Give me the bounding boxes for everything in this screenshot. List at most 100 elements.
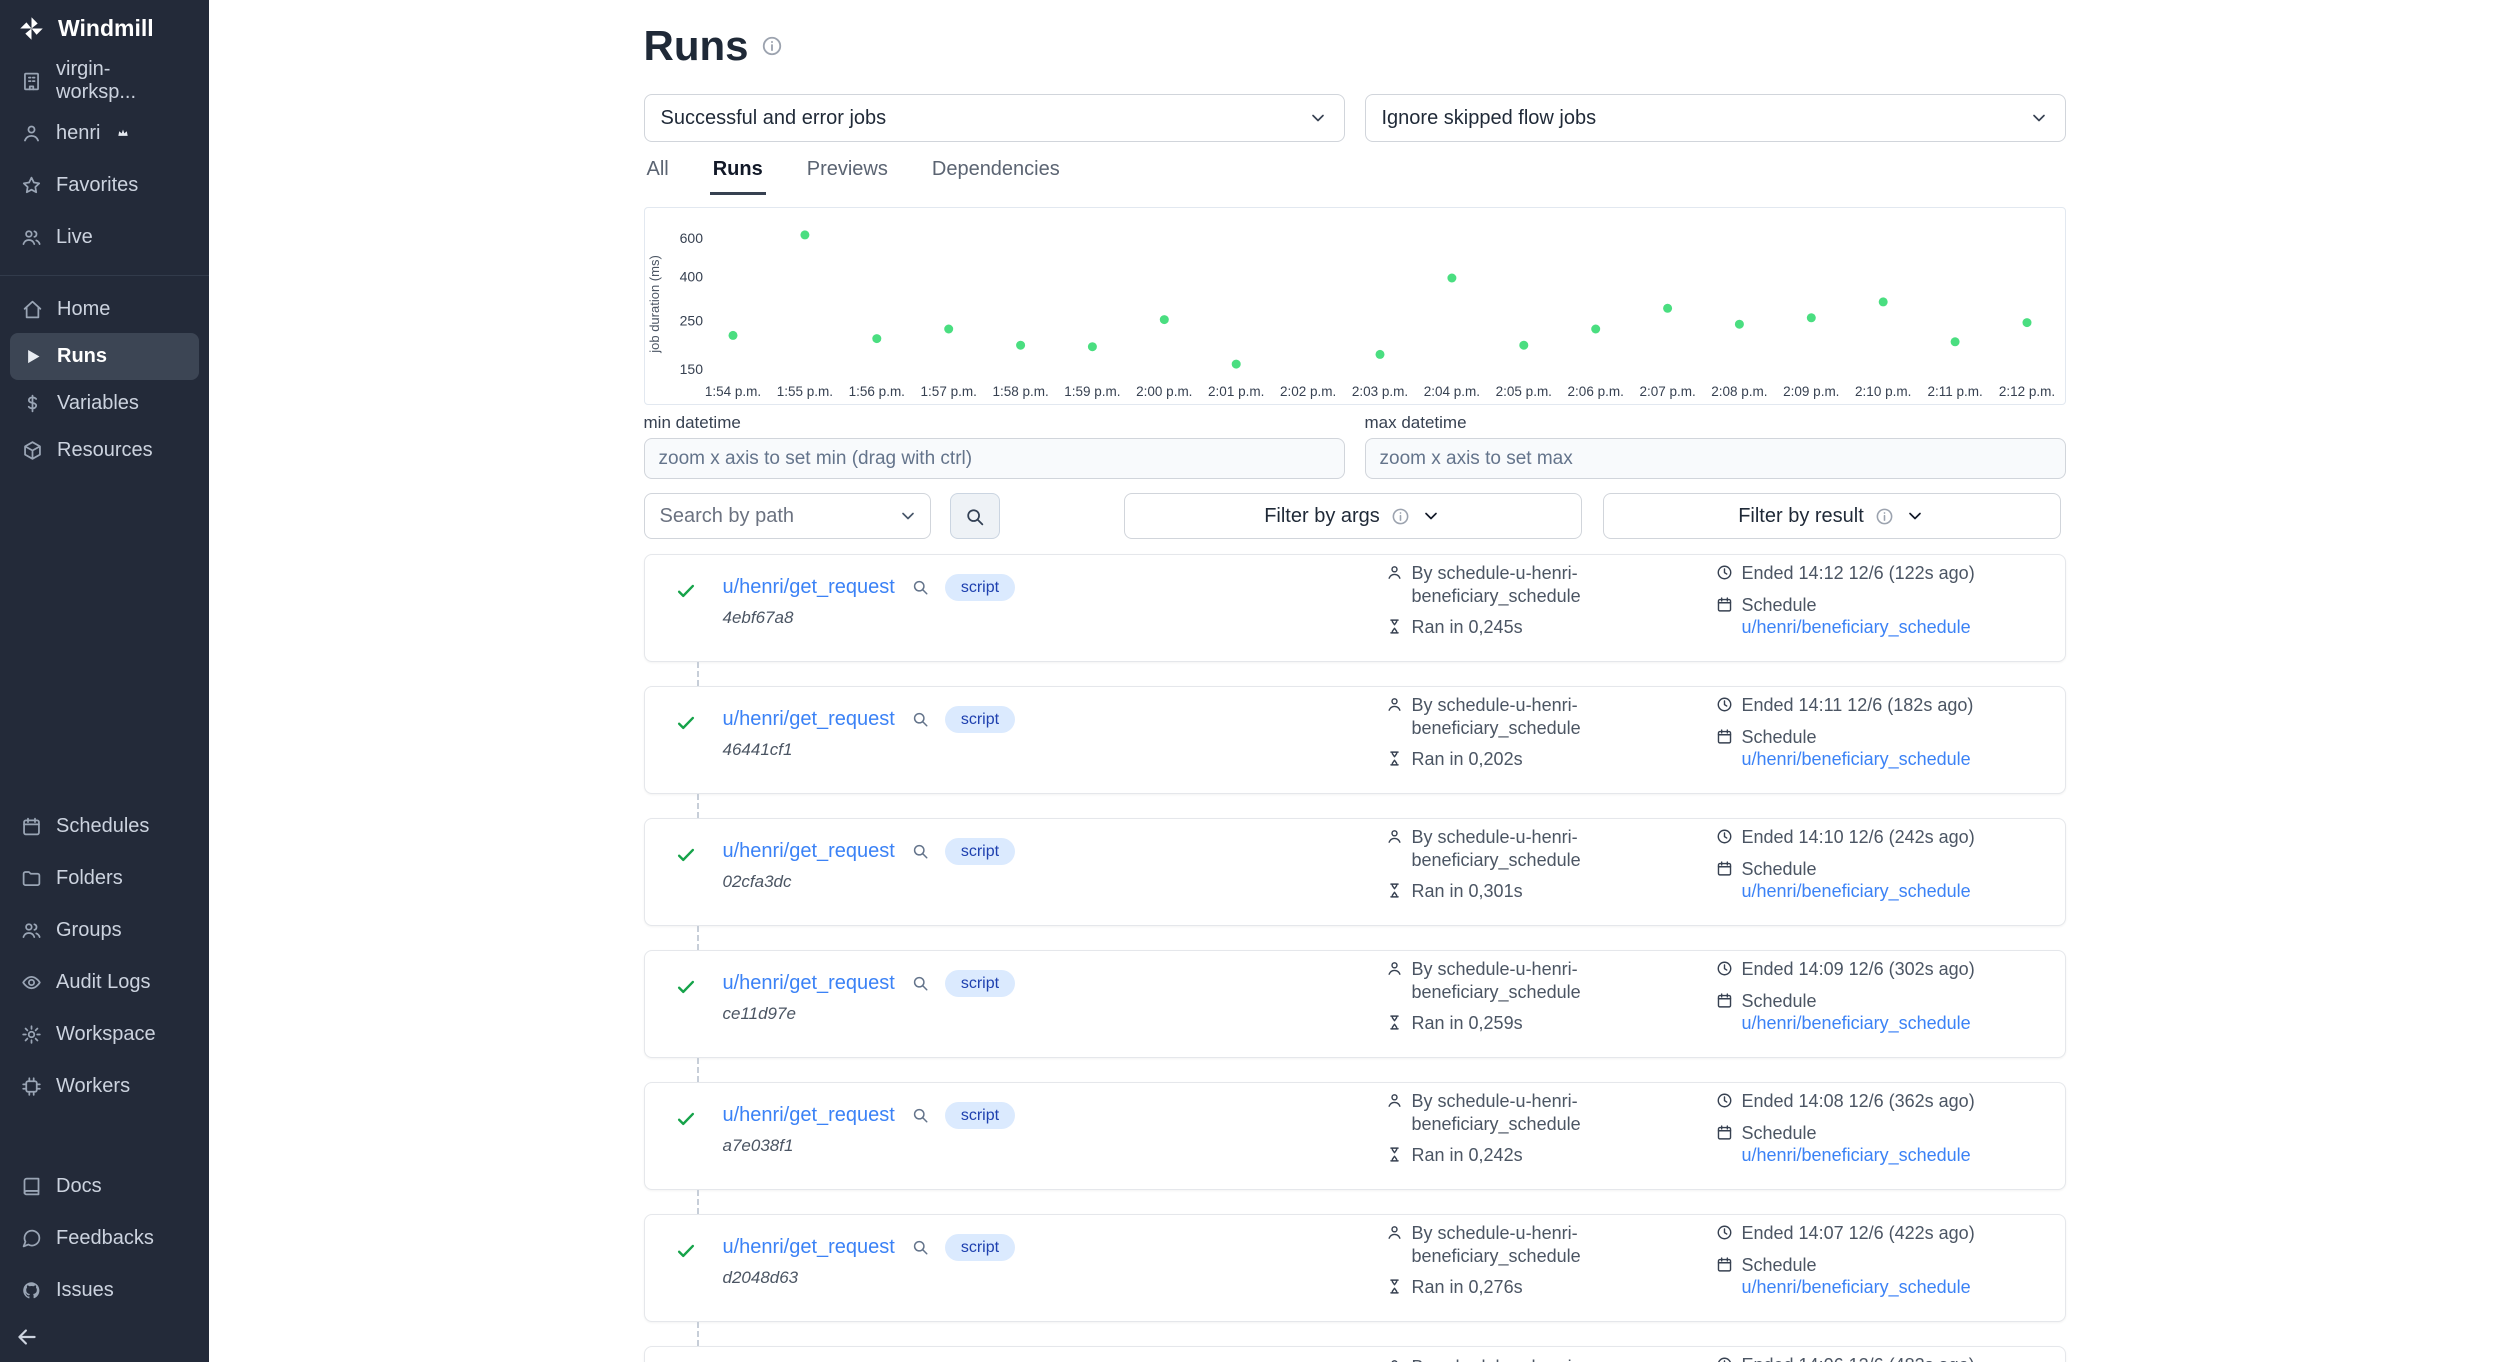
sidebar-item-folders[interactable]: Folders bbox=[0, 852, 209, 904]
schedule-link[interactable]: u/henri/beneficiary_schedule bbox=[1742, 1145, 1971, 1165]
search-button[interactable] bbox=[950, 493, 1000, 539]
min-datetime-input[interactable] bbox=[644, 438, 1345, 479]
filter-by-result-button[interactable]: Filter by result bbox=[1603, 493, 2061, 539]
run-path-link[interactable]: u/henri/get_request bbox=[723, 576, 895, 599]
sidebar: Windmill virgin-worksp...henriFavorites L… bbox=[0, 0, 209, 1362]
sidebar-item-variables[interactable]: Variables bbox=[10, 380, 199, 427]
sidebar-item-home[interactable]: Home bbox=[10, 286, 199, 333]
triggered-by-icon bbox=[1386, 564, 1403, 581]
run-path-link[interactable]: u/henri/get_request bbox=[723, 1104, 895, 1127]
run-card[interactable]: u/henri/get_request script d2048d63 By s… bbox=[644, 1214, 2066, 1322]
chevron-down-icon bbox=[1308, 108, 1328, 128]
sidebar-item-live[interactable]: Live bbox=[0, 211, 209, 263]
triggered-by-icon bbox=[1386, 696, 1403, 713]
schedule-link[interactable]: u/henri/beneficiary_schedule bbox=[1742, 1277, 1971, 1297]
sidebar-item-audit-logs[interactable]: Audit Logs bbox=[0, 956, 209, 1008]
run-card[interactable]: u/henri/get_request script ce11d97e By s… bbox=[644, 950, 2066, 1058]
search-path-input[interactable] bbox=[644, 493, 931, 539]
svg-text:2:02 p.m.: 2:02 p.m. bbox=[1279, 384, 1335, 399]
run-path-link[interactable]: u/henri/get_request bbox=[723, 972, 895, 995]
info-icon bbox=[1875, 507, 1894, 526]
sidebar-item-schedules[interactable]: Schedules bbox=[0, 800, 209, 852]
filter-by-args-button[interactable]: Filter by args bbox=[1124, 493, 1582, 539]
svg-text:600: 600 bbox=[679, 230, 703, 246]
job-status-select[interactable]: Successful and error jobs bbox=[644, 94, 1345, 142]
sidebar-item-issues[interactable]: Issues bbox=[0, 1264, 209, 1316]
max-datetime-input[interactable] bbox=[1365, 438, 2066, 479]
inspect-run-icon[interactable] bbox=[911, 710, 929, 728]
sidebar-item-workspace[interactable]: Workspace bbox=[0, 1008, 209, 1060]
run-ended-text: Ended 14:06 12/6 (482s ago) bbox=[1742, 1354, 1975, 1362]
run-schedule-text: Schedule u/henri/beneficiary_schedule bbox=[1742, 726, 2035, 771]
sidebar-item-feedbacks[interactable]: Feedbacks bbox=[0, 1212, 209, 1264]
job-status-select-value: Successful and error jobs bbox=[661, 107, 887, 130]
sidebar-collapse-button[interactable] bbox=[14, 1324, 42, 1352]
job-kind-badge: script bbox=[945, 1102, 1015, 1129]
run-path-link[interactable]: u/henri/get_request bbox=[723, 708, 895, 731]
sidebar-item-virgin-worksp[interactable]: virgin-worksp... bbox=[0, 55, 209, 107]
run-duration-text: Ran in 0,276s bbox=[1412, 1276, 1523, 1299]
inspect-run-icon[interactable] bbox=[911, 842, 929, 860]
inspect-run-icon[interactable] bbox=[911, 1238, 929, 1256]
app-logo[interactable]: Windmill bbox=[0, 0, 209, 55]
run-card[interactable]: u/henri/get_request script 4ebf67a8 By s… bbox=[644, 554, 2066, 662]
calendar-icon bbox=[1716, 596, 1733, 613]
svg-text:400: 400 bbox=[679, 268, 703, 284]
min-datetime-label: min datetime bbox=[644, 413, 1345, 433]
max-datetime-label: max datetime bbox=[1365, 413, 2066, 433]
run-connector bbox=[697, 662, 699, 686]
sidebar-item-label: Groups bbox=[56, 919, 122, 942]
tab-all[interactable]: All bbox=[644, 148, 672, 195]
svg-text:2:03 p.m.: 2:03 p.m. bbox=[1351, 384, 1407, 399]
run-ended-text: Ended 14:11 12/6 (182s ago) bbox=[1742, 694, 1974, 717]
svg-text:150: 150 bbox=[679, 361, 703, 377]
info-icon[interactable] bbox=[761, 35, 783, 57]
run-card[interactable]: u/henri/get_request script 46441cf1 By s… bbox=[644, 686, 2066, 794]
calendar-icon bbox=[21, 816, 42, 837]
triggered-by-text: By schedule-u-henri-beneficiary_schedule bbox=[1412, 958, 1581, 1003]
sidebar-item-runs[interactable]: Runs bbox=[10, 333, 199, 380]
users-icon bbox=[21, 920, 42, 941]
tab-previews[interactable]: Previews bbox=[804, 148, 891, 195]
sidebar-item-resources[interactable]: Resources bbox=[10, 427, 199, 474]
sidebar-item-label: Live bbox=[56, 226, 93, 249]
job-duration-chart-canvas[interactable]: job duration (ms)6004002501501:54 p.m.1:… bbox=[645, 208, 2065, 404]
sidebar-item-docs[interactable]: Docs bbox=[0, 1160, 209, 1212]
sidebar-item-favorites[interactable]: Favorites bbox=[0, 159, 209, 211]
sidebar-item-groups[interactable]: Groups bbox=[0, 904, 209, 956]
flow-jobs-select[interactable]: Ignore skipped flow jobs bbox=[1365, 94, 2066, 142]
schedule-link[interactable]: u/henri/beneficiary_schedule bbox=[1742, 617, 1971, 637]
book-icon bbox=[21, 1176, 42, 1197]
gear-icon bbox=[21, 1024, 42, 1045]
svg-text:2:01 p.m.: 2:01 p.m. bbox=[1208, 384, 1264, 399]
job-duration-chart[interactable]: job duration (ms)6004002501501:54 p.m.1:… bbox=[644, 207, 2066, 405]
page-title: Runs bbox=[644, 22, 2066, 70]
folder-icon bbox=[21, 868, 42, 889]
run-card[interactable]: u/henri/get_request script 02cfa3dc By s… bbox=[644, 818, 2066, 926]
sidebar-item-label: Workers bbox=[56, 1075, 130, 1098]
run-path-link[interactable]: u/henri/get_request bbox=[723, 1236, 895, 1259]
run-path-link[interactable]: u/henri/get_request bbox=[723, 840, 895, 863]
windmill-logo-icon bbox=[18, 15, 45, 42]
inspect-run-icon[interactable] bbox=[911, 578, 929, 596]
hourglass-icon bbox=[1386, 618, 1403, 635]
run-ended-text: Ended 14:08 12/6 (362s ago) bbox=[1742, 1090, 1975, 1113]
run-card[interactable]: u/henri/get_request script a7e038f1 By s… bbox=[644, 1082, 2066, 1190]
clock-icon bbox=[1716, 1224, 1733, 1241]
github-icon bbox=[21, 1280, 42, 1301]
sidebar-item-label: Feedbacks bbox=[56, 1227, 154, 1250]
run-schedule-text: Schedule u/henri/beneficiary_schedule bbox=[1742, 1122, 2035, 1167]
tab-dependencies[interactable]: Dependencies bbox=[929, 148, 1063, 195]
sidebar-item-henri[interactable]: henri bbox=[0, 107, 209, 159]
run-card[interactable]: u/henri/get_request script By schedule-u… bbox=[644, 1346, 2066, 1362]
inspect-run-icon[interactable] bbox=[911, 974, 929, 992]
inspect-run-icon[interactable] bbox=[911, 1106, 929, 1124]
run-ended-text: Ended 14:12 12/6 (122s ago) bbox=[1742, 562, 1975, 585]
tab-runs[interactable]: Runs bbox=[710, 148, 766, 195]
schedule-link[interactable]: u/henri/beneficiary_schedule bbox=[1742, 1013, 1971, 1033]
schedule-link[interactable]: u/henri/beneficiary_schedule bbox=[1742, 881, 1971, 901]
triggered-by-icon bbox=[1386, 1092, 1403, 1109]
schedule-link[interactable]: u/henri/beneficiary_schedule bbox=[1742, 749, 1971, 769]
cpu-icon bbox=[21, 1076, 42, 1097]
sidebar-item-workers[interactable]: Workers bbox=[0, 1060, 209, 1112]
